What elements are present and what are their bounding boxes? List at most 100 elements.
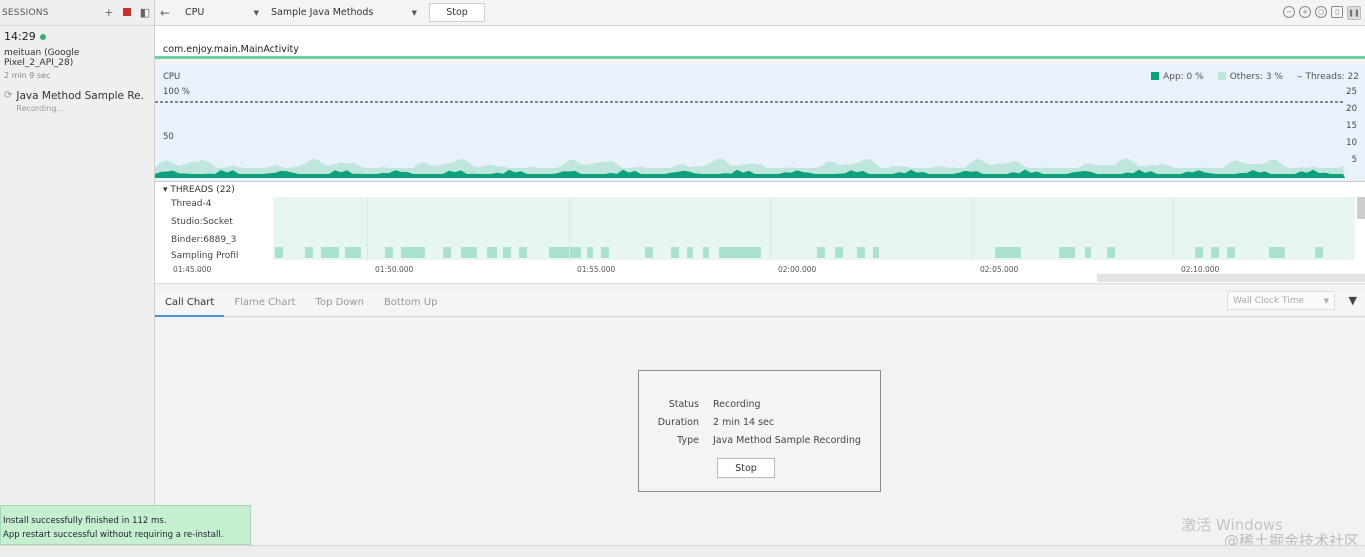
thread-row[interactable]: Binder:6889_3 (171, 235, 236, 245)
chevron-down-icon: ▼ (411, 8, 417, 17)
stop-session-icon[interactable] (118, 6, 136, 19)
threads-axis-label: 25 (1346, 87, 1357, 97)
recording-label: Java Method Sample Re... (16, 90, 145, 102)
config-select[interactable]: Sample Java Methods ▼ (267, 4, 421, 22)
live-indicator-icon (39, 33, 46, 40)
thread-activity-block (345, 247, 361, 258)
thread-row[interactable]: Sampling Profil (171, 251, 238, 261)
cpu-profiler: ← CPU ▼ Sample Java Methods ▼ Stop − + ○… (155, 0, 1365, 557)
stop-recording-button[interactable]: Stop (429, 3, 485, 22)
thread-activity-block (1107, 247, 1115, 258)
thread-activity-block (385, 247, 393, 258)
ruler-tick: 01:55.000 (577, 265, 616, 274)
duration-value: 2 min 14 sec (713, 417, 775, 428)
recording-status-panel: Status Recording Duration 2 min 14 sec T… (638, 370, 881, 492)
type-key: Type (677, 435, 699, 446)
thread-activity-grid[interactable] (273, 197, 1355, 260)
thread-row[interactable]: Studio:Socket (171, 217, 233, 227)
back-arrow-icon[interactable]: ← (155, 6, 175, 20)
ruler-tick: 01:50.000 (375, 265, 414, 274)
zoom-in-icon[interactable]: + (1299, 5, 1311, 18)
grid-line (770, 197, 771, 260)
tab-bottom-up[interactable]: Bottom Up (374, 291, 448, 317)
session-duration: 2 min 9 sec (4, 71, 51, 80)
clock-type-select[interactable]: Wall Clock Time ▼ (1227, 291, 1335, 310)
tab-flame-chart[interactable]: Flame Chart (224, 291, 305, 317)
toast-line: App restart successful without requiring… (3, 530, 224, 540)
zoom-out-icon[interactable]: − (1283, 5, 1295, 18)
toast-line: Install successfully finished in 112 ms. (3, 516, 167, 526)
sessions-header: SESSIONS + ◧ (0, 0, 154, 26)
profiler-select[interactable]: CPU ▼ (181, 4, 263, 22)
grid-line (569, 197, 570, 260)
threads-section: ▾ THREADS (22) Thread-4 Studio:Socket Bi… (155, 182, 1365, 262)
session-device: meituan (Google Pixel_2_API_28) (4, 48, 80, 68)
timeline-scrollbar[interactable] (1097, 274, 1365, 282)
collapse-panel-icon[interactable]: ◧ (136, 6, 154, 19)
attach-icon[interactable]: ▯ (1331, 5, 1343, 18)
thread-activity-block (1269, 247, 1285, 258)
threads-axis-label: 10 (1346, 138, 1357, 148)
thread-activity-block (601, 247, 609, 258)
profiler-select-label: CPU (185, 7, 205, 18)
thread-activity-block (703, 247, 709, 258)
chevron-down-icon: ▼ (1323, 296, 1329, 305)
thread-activity-block (1085, 247, 1091, 258)
filter-icon[interactable]: ▼ (1349, 294, 1357, 307)
thread-activity-block (1211, 247, 1219, 258)
cpu-usage-chart[interactable]: CPU 100 % 50 App: 0 % Others: 3 % -- Thre… (155, 64, 1365, 182)
thread-activity-block (305, 247, 313, 258)
pause-icon[interactable]: ❚❚ (1347, 5, 1361, 20)
session-item[interactable]: 14:29 meituan (Google Pixel_2_API_28) 2 … (0, 26, 154, 80)
status-value: Recording (713, 399, 761, 410)
grid-line (972, 197, 973, 260)
thread-activity-block (487, 247, 497, 258)
add-session-icon[interactable]: + (100, 6, 118, 19)
threads-axis-label: 5 (1351, 155, 1357, 165)
activity-bar: com.enjoy.main.MainActivity (155, 26, 1365, 59)
install-notification[interactable]: Install successfully finished in 112 ms.… (0, 505, 251, 545)
thread-activity-block (1315, 247, 1323, 258)
config-select-label: Sample Java Methods (271, 7, 374, 18)
thread-activity-block (443, 247, 451, 258)
thread-activity-block (857, 247, 865, 258)
ruler-tick: 02:10.000 (1181, 265, 1220, 274)
ruler-tick: 02:05.000 (980, 265, 1019, 274)
thread-activity-block (1059, 247, 1075, 258)
thread-activity-block (461, 247, 477, 258)
thread-activity-block (321, 247, 339, 258)
thread-activity-block (401, 247, 425, 258)
type-value: Java Method Sample Recording (713, 435, 861, 446)
analysis-tabs: Call Chart Flame Chart Top Down Bottom U… (155, 291, 1365, 317)
thread-activity-block (519, 247, 527, 258)
clock-type-label: Wall Clock Time (1233, 295, 1305, 306)
clock-icon: ⟳ (4, 90, 13, 101)
tab-call-chart[interactable]: Call Chart (155, 291, 225, 317)
status-key: Status (668, 399, 699, 410)
thread-activity-block (817, 247, 825, 258)
thread-activity-block (835, 247, 843, 258)
sessions-title: SESSIONS (2, 7, 49, 18)
threads-header[interactable]: ▾ THREADS (22) (155, 182, 1365, 195)
thread-activity-block (995, 247, 1021, 258)
panel-stop-button[interactable]: Stop (717, 458, 775, 478)
threads-axis-label: 20 (1346, 104, 1357, 114)
thread-activity-block (873, 247, 879, 258)
tab-top-down[interactable]: Top Down (306, 291, 374, 317)
thread-activity-block (1195, 247, 1203, 258)
recording-item[interactable]: ⟳ Java Method Sample Re... Recording... (0, 80, 154, 113)
thread-activity-block (645, 247, 653, 258)
duration-key: Duration (657, 417, 699, 428)
thread-activity-block (503, 247, 511, 258)
thread-activity-block (1227, 247, 1235, 258)
cpu-graph (155, 101, 1345, 178)
time-ruler: 01:45.000 01:50.000 01:55.000 02:00.000 … (155, 262, 1365, 284)
thread-row[interactable]: Thread-4 (171, 199, 211, 209)
thread-activity-block (275, 247, 283, 258)
thread-activity-block (687, 247, 693, 258)
reset-zoom-icon[interactable]: ○ (1315, 5, 1327, 18)
sessions-panel: SESSIONS + ◧ 14:29 meituan (Google Pixel… (0, 0, 155, 557)
grid-line (1173, 197, 1174, 260)
grid-line (367, 197, 368, 260)
threads-scrollbar[interactable] (1357, 197, 1365, 219)
